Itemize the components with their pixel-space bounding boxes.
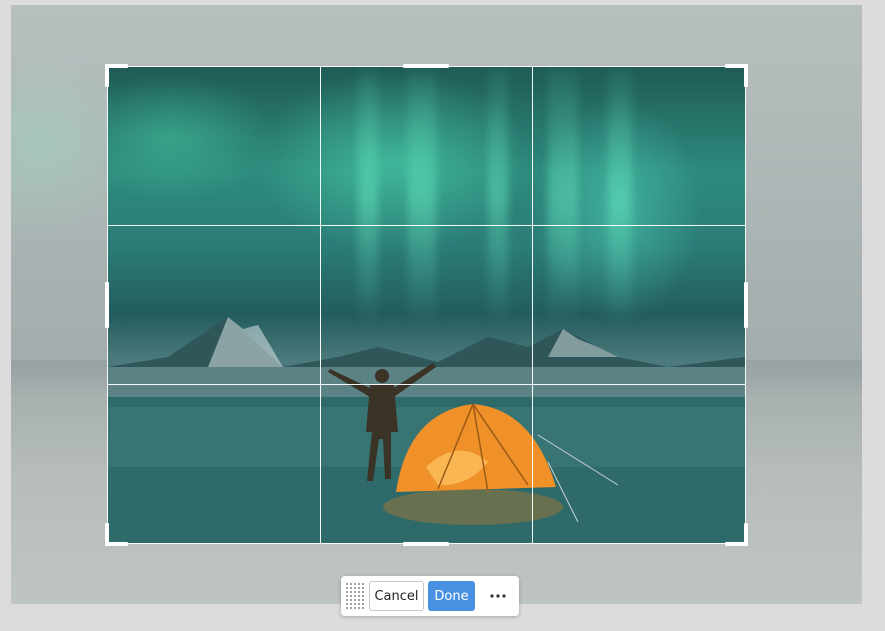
crop-handle-left[interactable] — [105, 282, 109, 328]
crop-handle-bottom[interactable] — [403, 542, 449, 546]
grid-line-horizontal — [108, 384, 745, 385]
cancel-button[interactable]: Cancel — [369, 581, 424, 611]
done-button[interactable]: Done — [428, 581, 475, 611]
more-horizontal-icon[interactable] — [483, 581, 513, 611]
crop-handle-bottom-right[interactable] — [744, 523, 748, 546]
crop-handle-bottom-left[interactable] — [105, 523, 109, 546]
crop-toolbar: Cancel Done — [341, 576, 519, 616]
grid-line-vertical — [532, 67, 533, 543]
crop-handle-top[interactable] — [403, 64, 449, 68]
grid-line-horizontal — [108, 225, 745, 226]
drag-grip-icon[interactable] — [345, 582, 365, 610]
crop-handle-top-left[interactable] — [105, 64, 109, 87]
grid-line-vertical — [320, 67, 321, 543]
crop-handle-top-right[interactable] — [744, 64, 748, 87]
crop-handle-right[interactable] — [744, 282, 748, 328]
crop-border — [107, 66, 746, 544]
